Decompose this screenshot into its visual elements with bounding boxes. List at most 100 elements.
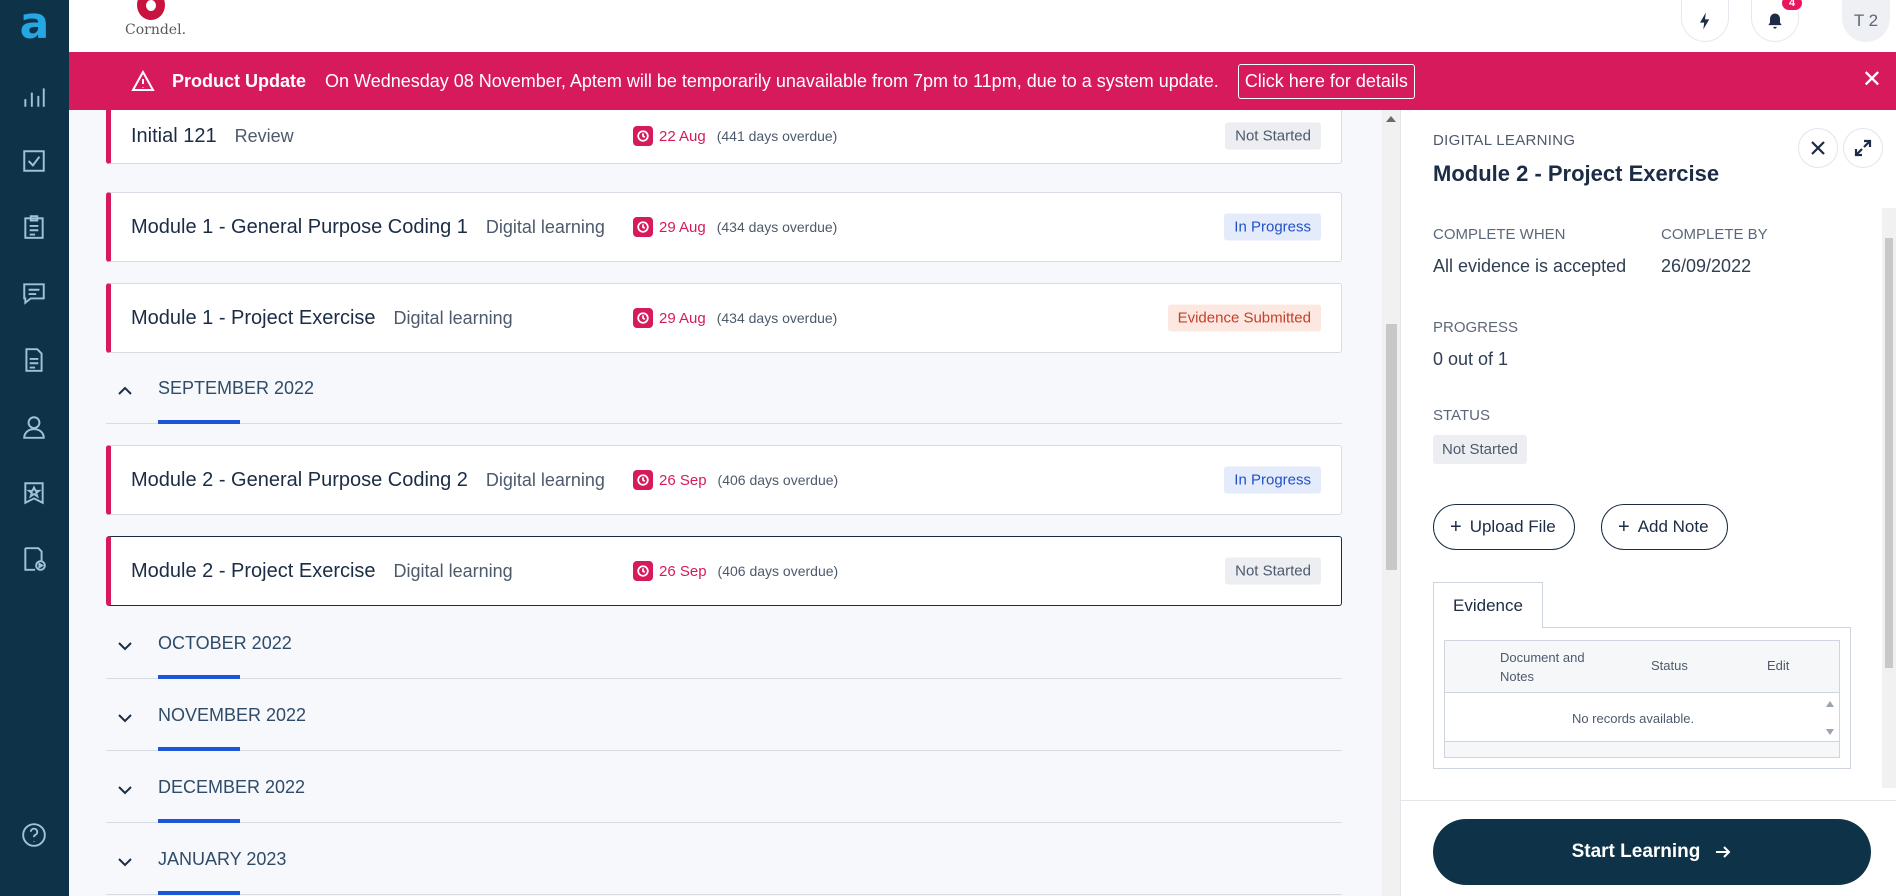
arrow-right-icon xyxy=(1714,843,1732,861)
month-label: JANUARY 2023 xyxy=(158,849,287,869)
chevron-down-icon[interactable] xyxy=(116,637,134,655)
evidence-grid-header: Document and Notes Status Edit xyxy=(1445,641,1839,693)
warning-icon xyxy=(131,69,155,93)
scroll-down-arrow[interactable] xyxy=(1826,729,1834,735)
evidence-tab-content: Document and Notes Status Edit No record… xyxy=(1433,627,1851,769)
start-learning-button[interactable]: Start Learning xyxy=(1433,819,1871,885)
month-label: SEPTEMBER 2022 xyxy=(158,378,315,398)
activity-card[interactable]: Module 1 - Project Exercise Digital lear… xyxy=(106,283,1342,353)
product-update-banner: Product Update On Wednesday 08 November,… xyxy=(69,52,1896,110)
scrollbar-thumb[interactable] xyxy=(1386,324,1397,570)
activity-card[interactable]: Module 1 - General Purpose Coding 1 Digi… xyxy=(106,192,1342,262)
start-learning-label: Start Learning xyxy=(1571,841,1701,862)
nav-video[interactable] xyxy=(11,536,57,582)
activity-due: 26 Sep (406 days overdue) xyxy=(633,446,838,514)
activity-type: Digital learning xyxy=(393,307,513,328)
progress-label: PROGRESS xyxy=(1433,319,1519,336)
due-date: 22 Aug xyxy=(659,127,706,145)
chevron-down-icon[interactable] xyxy=(116,709,134,727)
activity-title-row: Module 2 - Project Exercise Digital lear… xyxy=(131,537,513,605)
nav-documents[interactable] xyxy=(11,337,57,383)
expand-panel-button[interactable] xyxy=(1843,128,1883,168)
tab-evidence[interactable]: Evidence xyxy=(1433,582,1543,628)
nav-analytics[interactable] xyxy=(11,74,57,120)
user-avatar[interactable]: T 2 xyxy=(1842,0,1890,42)
upload-file-label: Upload File xyxy=(1469,517,1556,536)
nav-help[interactable] xyxy=(11,812,57,858)
document-icon xyxy=(25,348,43,372)
complete-by-value: 26/09/2022 xyxy=(1661,256,1752,276)
person-icon xyxy=(23,416,45,439)
scroll-up-arrow[interactable] xyxy=(1386,116,1396,122)
activity-due: 29 Aug (434 days overdue) xyxy=(633,284,837,352)
quick-actions-button[interactable] xyxy=(1681,0,1729,42)
scroll-up-arrow[interactable] xyxy=(1826,701,1834,707)
add-note-label: Add Note xyxy=(1637,517,1709,536)
nav-achievements[interactable] xyxy=(11,470,57,516)
panel-scrollbar[interactable] xyxy=(1882,208,1896,788)
month-underline xyxy=(158,747,240,751)
due-date: 29 Aug xyxy=(659,218,706,236)
activity-title-row: Module 2 - General Purpose Coding 2 Digi… xyxy=(131,446,605,514)
bar-chart-icon xyxy=(24,88,45,107)
chevron-up-icon[interactable] xyxy=(116,382,134,400)
status-label: STATUS xyxy=(1433,407,1490,424)
month-section-header[interactable]: DECEMBER 2022 xyxy=(106,763,1342,823)
chat-icon xyxy=(23,283,45,305)
progress-value: 0 out of 1 xyxy=(1433,349,1509,369)
month-underline xyxy=(158,819,240,823)
panel-status-badge: Not Started xyxy=(1433,435,1527,464)
nav-plan[interactable] xyxy=(11,204,57,250)
chevron-down-icon[interactable] xyxy=(116,781,134,799)
month-underline xyxy=(158,891,240,895)
complete-by-label: COMPLETE BY xyxy=(1661,226,1768,243)
list-scrollbar[interactable] xyxy=(1382,110,1400,896)
activity-title: Module 1 - Project Exercise xyxy=(131,306,376,329)
activity-title-row: Module 1 - General Purpose Coding 1 Digi… xyxy=(131,193,605,261)
status-badge: In Progress xyxy=(1224,213,1321,241)
checkbox-icon xyxy=(23,150,45,172)
scrollbar-thumb[interactable] xyxy=(1885,238,1893,668)
month-label: DECEMBER 2022 xyxy=(158,777,306,797)
banner-details-button[interactable]: Click here for details xyxy=(1237,63,1415,99)
close-panel-button[interactable] xyxy=(1798,128,1838,168)
clipboard-icon xyxy=(24,215,44,239)
complete-when-label: COMPLETE WHEN xyxy=(1433,226,1566,243)
notification-count-badge: 4 xyxy=(1780,0,1804,12)
clock-icon xyxy=(633,217,653,237)
month-section-header[interactable]: NOVEMBER 2022 xyxy=(106,691,1342,751)
nav-tasks[interactable] xyxy=(11,138,57,184)
nav-messages[interactable] xyxy=(11,270,57,316)
chevron-down-icon[interactable] xyxy=(116,853,134,871)
lightning-icon xyxy=(1700,12,1710,29)
activity-card[interactable]: Module 2 - General Purpose Coding 2 Digi… xyxy=(106,445,1342,515)
column-header-document[interactable]: Document and Notes xyxy=(1500,648,1600,686)
activity-title: Module 2 - Project Exercise xyxy=(131,559,376,582)
sidebar: a xyxy=(0,0,69,896)
notifications-button[interactable]: 4 xyxy=(1751,0,1804,42)
activity-card-selected[interactable]: Module 2 - Project Exercise Digital lear… xyxy=(106,536,1342,606)
clock-icon xyxy=(633,561,653,581)
upload-file-button[interactable]: + Upload File xyxy=(1433,504,1575,550)
aptem-logo[interactable]: a xyxy=(0,0,69,48)
month-section-header[interactable]: JANUARY 2023 xyxy=(106,835,1342,895)
expand-icon xyxy=(1854,139,1872,157)
grid-scrollbar[interactable] xyxy=(1821,693,1839,743)
activity-due: 22 Aug (441 days overdue) xyxy=(633,110,837,163)
activity-type: Digital learning xyxy=(485,469,605,490)
activity-title-row: Module 1 - Project Exercise Digital lear… xyxy=(131,284,513,352)
overdue-text: (406 days overdue) xyxy=(717,563,839,579)
month-label: NOVEMBER 2022 xyxy=(158,705,307,725)
month-section-header[interactable]: OCTOBER 2022 xyxy=(106,619,1342,679)
month-section-header[interactable]: SEPTEMBER 2022 xyxy=(106,364,1342,424)
evidence-grid-footer xyxy=(1445,741,1839,757)
badge-icon xyxy=(24,482,44,505)
activity-card[interactable]: Initial 121 Review 22 Aug (441 days over… xyxy=(106,110,1342,164)
nav-profile[interactable] xyxy=(11,404,57,450)
column-header-status[interactable]: Status xyxy=(1651,658,1688,673)
close-icon[interactable]: ✕ xyxy=(1862,68,1882,92)
activity-type: Digital learning xyxy=(485,216,605,237)
no-records-message: No records available. xyxy=(1571,710,1695,726)
column-header-edit[interactable]: Edit xyxy=(1767,658,1789,673)
add-note-button[interactable]: + Add Note xyxy=(1601,504,1728,550)
